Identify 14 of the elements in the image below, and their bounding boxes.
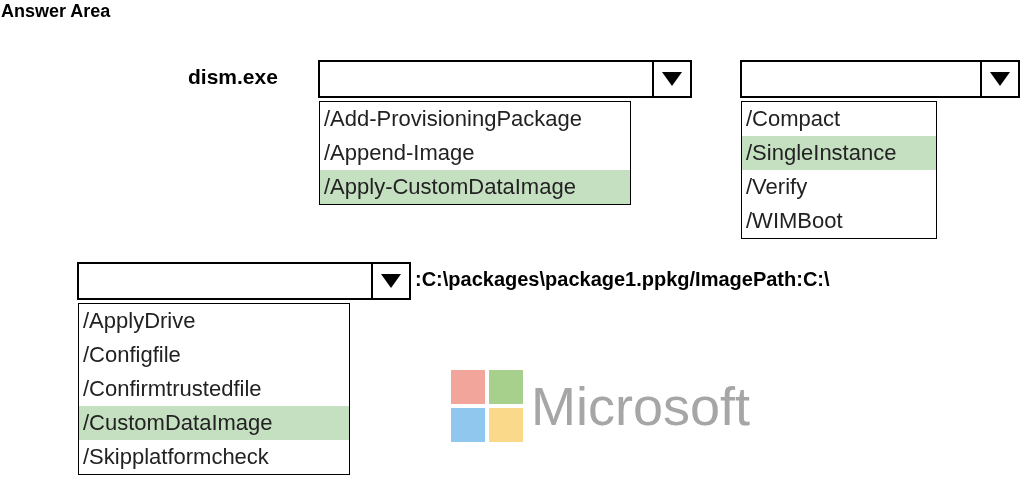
dropdown-field[interactable]: [318, 60, 692, 98]
caret-icon: [990, 72, 1010, 86]
dropdown-field[interactable]: [740, 60, 1020, 98]
argument-text: :C:\packages\package1.ppkg/ImagePath:C:\: [415, 267, 830, 292]
caret-icon: [381, 274, 401, 288]
logo-text: Microsoft: [531, 376, 751, 436]
dropdown-option[interactable]: /Apply-CustomDataImage: [320, 170, 630, 204]
command-label: dism.exe: [188, 64, 279, 90]
dropdown-option[interactable]: /SingleInstance: [742, 136, 936, 170]
dropdown-option[interactable]: /CustomDataImage: [79, 406, 349, 440]
four-squares-icon: [451, 370, 523, 442]
dropdown-field[interactable]: [77, 262, 411, 300]
answer-area-title: Answer Area: [1, 1, 111, 21]
caret-icon: [662, 72, 682, 86]
